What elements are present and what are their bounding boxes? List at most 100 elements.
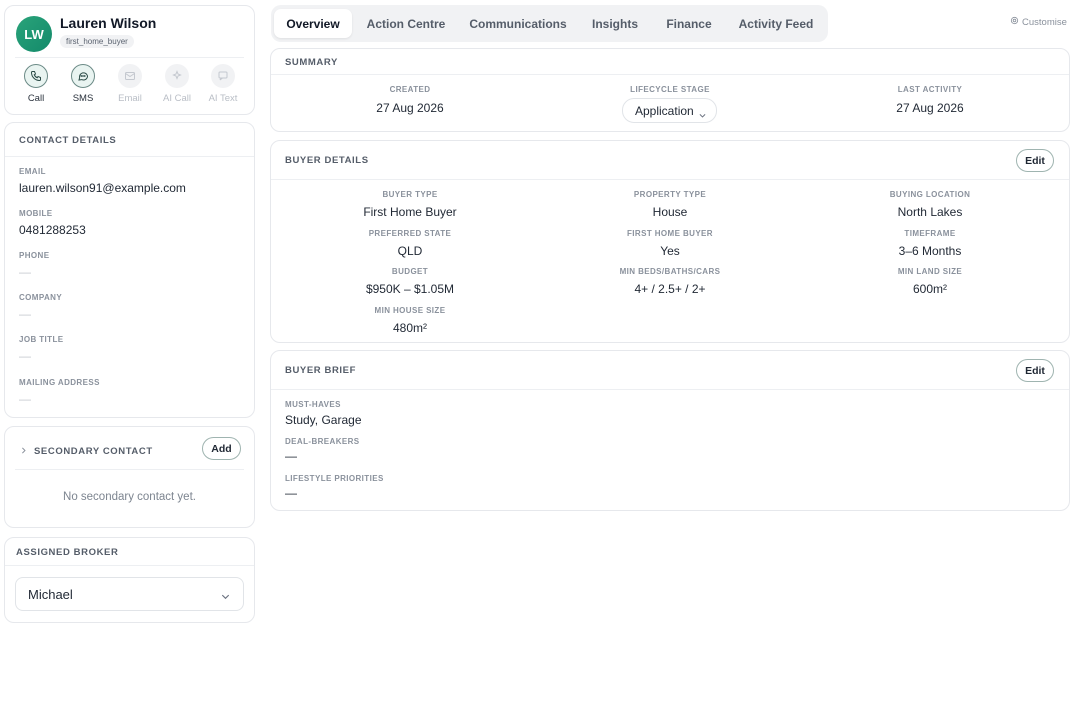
ai-call-button[interactable]: AI Call [157,64,197,104]
budget-label: BUDGET [391,267,429,276]
broker-select[interactable]: Michael [15,577,244,611]
mailing-address-label: MAILING ADDRESS [19,378,100,387]
buyer-type-value: First Home Buyer [363,205,457,219]
email-label: Email [118,93,142,104]
created-value: 27 Aug 2026 [376,101,444,115]
chevron-right-icon [19,442,28,460]
company-value: — [19,307,31,321]
property-type-value: House [652,205,688,219]
tab-bar: Overview Action Centre Communications In… [271,5,828,42]
timeframe-value: 3–6 Months [898,244,962,258]
ai-text-label: AI Text [208,93,238,104]
mobile-value[interactable]: 0481288253 [19,223,86,237]
preferred-state-field: PREFERRED STATE QLD [331,229,489,258]
call-label: Call [27,93,45,104]
lifecycle-stage-select[interactable]: Application [622,98,717,123]
email-label: EMAIL [19,167,46,176]
settings-icon [1010,16,1019,28]
buying-location-field: BUYING LOCATION North Lakes [851,190,1009,219]
phone-value: — [19,265,31,279]
tab-activity-feed[interactable]: Activity Feed [731,9,821,38]
buyer-type-label: BUYER TYPE [382,190,438,199]
contact-details-heading: CONTACT DETAILS [19,135,117,146]
first-home-buyer-field: FIRST HOME BUYER Yes [591,229,749,258]
call-button[interactable]: Call [16,64,56,104]
customise-button[interactable]: Customise [1010,16,1067,28]
first-home-buyer-value: Yes [660,244,680,258]
min-land-size-label: MIN LAND SIZE [897,267,963,276]
created-label: CREATED [389,85,431,94]
ai-text-button[interactable]: AI Text [203,64,243,104]
lifestyle-priorities-label: LIFESTYLE PRIORITIES [285,474,384,483]
email-button[interactable]: Email [110,64,150,104]
tab-insights[interactable]: Insights [583,9,647,38]
secondary-contact-toggle[interactable]: SECONDARY CONTACT [19,442,153,460]
email-value[interactable]: lauren.wilson91@example.com [19,181,186,195]
avatar: LW [16,16,52,52]
summary-heading: SUMMARY [285,57,338,68]
sparkle-icon [165,64,189,88]
secondary-empty-text: No secondary contact yet. [63,491,196,503]
phone-icon [24,64,48,88]
contact-details-card: CONTACT DETAILS EMAIL lauren.wilson91@ex… [4,122,255,418]
tab-action-centre[interactable]: Action Centre [359,9,453,38]
last-activity-label: LAST ACTIVITY [897,85,963,94]
min-land-size-field: MIN LAND SIZE 600m² [851,267,1009,296]
ai-call-label: AI Call [163,93,191,104]
preferred-state-value: QLD [397,244,423,258]
assigned-broker-heading: ASSIGNED BROKER [16,547,119,558]
timeframe-field: TIMEFRAME 3–6 Months [851,229,1009,258]
assigned-broker-card: ASSIGNED BROKER Michael [4,537,255,623]
lifecycle-stage-label: LIFECYCLE STAGE [630,85,710,94]
min-house-size-label: MIN HOUSE SIZE [374,306,446,315]
chevron-down-icon [698,107,707,125]
preferred-state-label: PREFERRED STATE [368,229,452,238]
last-activity-value: 27 Aug 2026 [896,101,964,115]
phone-label: PHONE [19,251,50,260]
first-home-buyer-label: FIRST HOME BUYER [627,229,713,238]
add-secondary-contact-button[interactable]: Add [202,437,241,460]
tab-finance[interactable]: Finance [655,9,723,38]
summary-card: SUMMARY CREATED 27 Aug 2026 LIFECYCLE ST… [270,48,1070,132]
edit-buyer-brief-button[interactable]: Edit [1016,359,1054,382]
buyer-details-heading: BUYER DETAILS [285,155,369,166]
buyer-brief-heading: BUYER BRIEF [285,365,356,376]
min-house-size-field: MIN HOUSE SIZE 480m² [331,306,489,335]
contact-tag-badge: first_home_buyer [60,35,134,48]
buying-location-value: North Lakes [897,205,963,219]
profile-card: LW Lauren Wilson first_home_buyer Call S… [4,5,255,115]
timeframe-label: TIMEFRAME [904,229,956,238]
buyer-type-field: BUYER TYPE First Home Buyer [331,190,489,219]
must-haves-label: MUST-HAVES [285,400,341,409]
min-land-size-value: 600m² [912,282,947,296]
must-haves-value: Study, Garage [285,413,362,427]
mobile-label: MOBILE [19,209,53,218]
mailing-address-value: — [19,392,31,406]
property-type-field: PROPERTY TYPE House [591,190,749,219]
min-beds-baths-cars-label: MIN BEDS/BATHS/CARS [619,267,721,276]
budget-field: BUDGET $950K – $1.05M [331,267,489,296]
tab-overview[interactable]: Overview [274,9,352,38]
min-beds-baths-cars-field: MIN BEDS/BATHS/CARS 4+ / 2.5+ / 2+ [591,267,749,296]
company-label: COMPANY [19,293,63,302]
lifestyle-priorities-value: — [285,486,297,500]
deal-breakers-value: — [285,449,297,463]
property-type-label: PROPERTY TYPE [633,190,707,199]
customise-label: Customise [1022,16,1067,28]
broker-selected-value: Michael [28,586,73,602]
message-icon [71,64,95,88]
min-house-size-value: 480m² [392,321,427,335]
chat-icon [211,64,235,88]
edit-buyer-details-button[interactable]: Edit [1016,149,1054,172]
buyer-details-card: BUYER DETAILS Edit BUYER TYPE First Home… [270,140,1070,343]
job-title-label: JOB TITLE [19,335,64,344]
mail-icon [118,64,142,88]
tab-communications[interactable]: Communications [461,9,575,38]
sms-label: SMS [72,93,94,104]
buyer-brief-card: BUYER BRIEF Edit MUST-HAVES Study, Garag… [270,350,1070,511]
secondary-contact-card: SECONDARY CONTACT Add No secondary conta… [4,426,255,528]
sms-button[interactable]: SMS [63,64,103,104]
contact-name: Lauren Wilson [60,15,157,31]
buying-location-label: BUYING LOCATION [889,190,971,199]
job-title-value: — [19,349,31,363]
